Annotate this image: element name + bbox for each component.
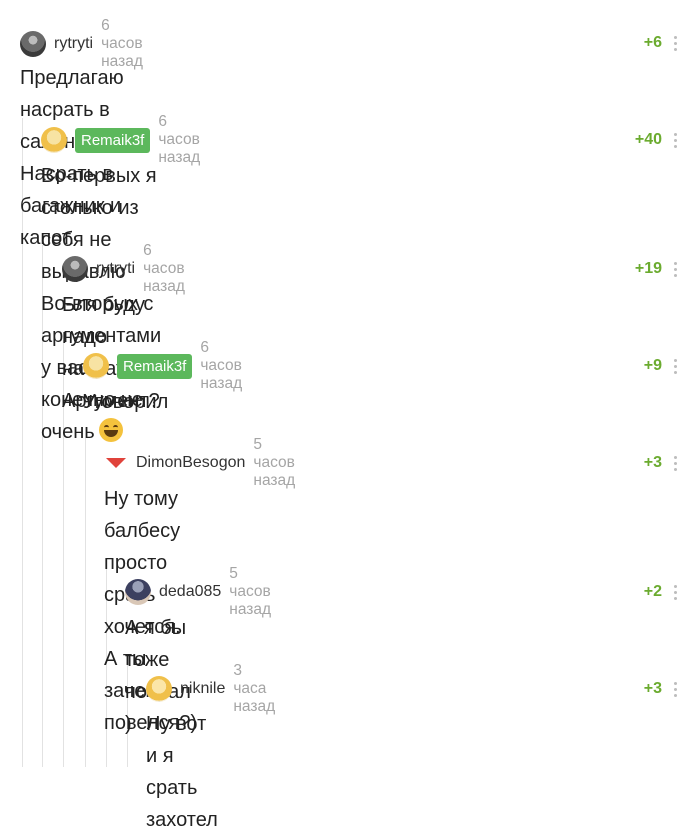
more-menu-icon[interactable] — [674, 36, 677, 54]
comment-header: DimonBesogon 5 часов назад — [104, 436, 295, 489]
timestamp[interactable]: 3 часа назад — [233, 662, 275, 716]
user-avatar[interactable] — [41, 127, 67, 153]
grinning-face-emoji-icon — [98, 418, 123, 442]
user-avatar[interactable] — [83, 353, 109, 379]
comment-rating: +3 — [643, 680, 662, 697]
user-avatar[interactable] — [146, 676, 172, 702]
comment-rating: +9 — [643, 357, 662, 374]
comment-header: deda085 5 часов назад — [125, 565, 271, 618]
username[interactable]: rytryti — [96, 260, 135, 278]
more-menu-icon[interactable] — [674, 456, 677, 474]
comment-text: Ну вот и я срать захотел — [146, 713, 218, 831]
more-menu-icon[interactable] — [674, 585, 677, 603]
comment-header: rytryti 6 часов назад — [62, 242, 185, 295]
user-avatar[interactable] — [62, 256, 88, 282]
more-menu-icon[interactable] — [674, 133, 677, 151]
timestamp[interactable]: 5 часов назад — [229, 565, 271, 619]
author-badge[interactable]: Remaik3f — [117, 353, 193, 379]
comment-header: Remaik3f 6 часов назад — [41, 113, 200, 166]
comment-rating: +6 — [643, 34, 662, 51]
timestamp[interactable]: 5 часов назад — [253, 436, 295, 490]
author-badge[interactable]: Remaik3f — [75, 127, 151, 153]
username[interactable]: rytryti — [54, 35, 93, 53]
timestamp[interactable]: 6 часов назад — [200, 339, 242, 393]
username[interactable]: niknile — [180, 680, 225, 698]
more-menu-icon[interactable] — [674, 359, 677, 377]
comment-rating: +2 — [643, 583, 662, 600]
thread-line-4[interactable] — [85, 438, 86, 767]
comment-header: rytryti 6 часов назад — [20, 17, 143, 70]
timestamp[interactable]: 6 часов назад — [158, 113, 200, 167]
user-avatar[interactable] — [20, 31, 46, 57]
comment-header: niknile 3 часа назад — [146, 662, 275, 715]
username[interactable]: DimonBesogon — [136, 454, 245, 472]
user-avatar[interactable] — [125, 579, 151, 605]
comment-text: Уговорил — [83, 391, 169, 413]
comment-rating: +19 — [634, 260, 662, 277]
comment-rating: +40 — [634, 131, 662, 148]
more-menu-icon[interactable] — [674, 682, 677, 700]
timestamp[interactable]: 6 часов назад — [143, 242, 185, 296]
comment-header: Remaik3f 6 часов назад — [83, 339, 242, 392]
user-avatar-triangle-icon[interactable] — [106, 458, 126, 468]
username[interactable]: deda085 — [159, 583, 221, 601]
comment-rating: +3 — [643, 454, 662, 471]
more-menu-icon[interactable] — [674, 262, 677, 280]
